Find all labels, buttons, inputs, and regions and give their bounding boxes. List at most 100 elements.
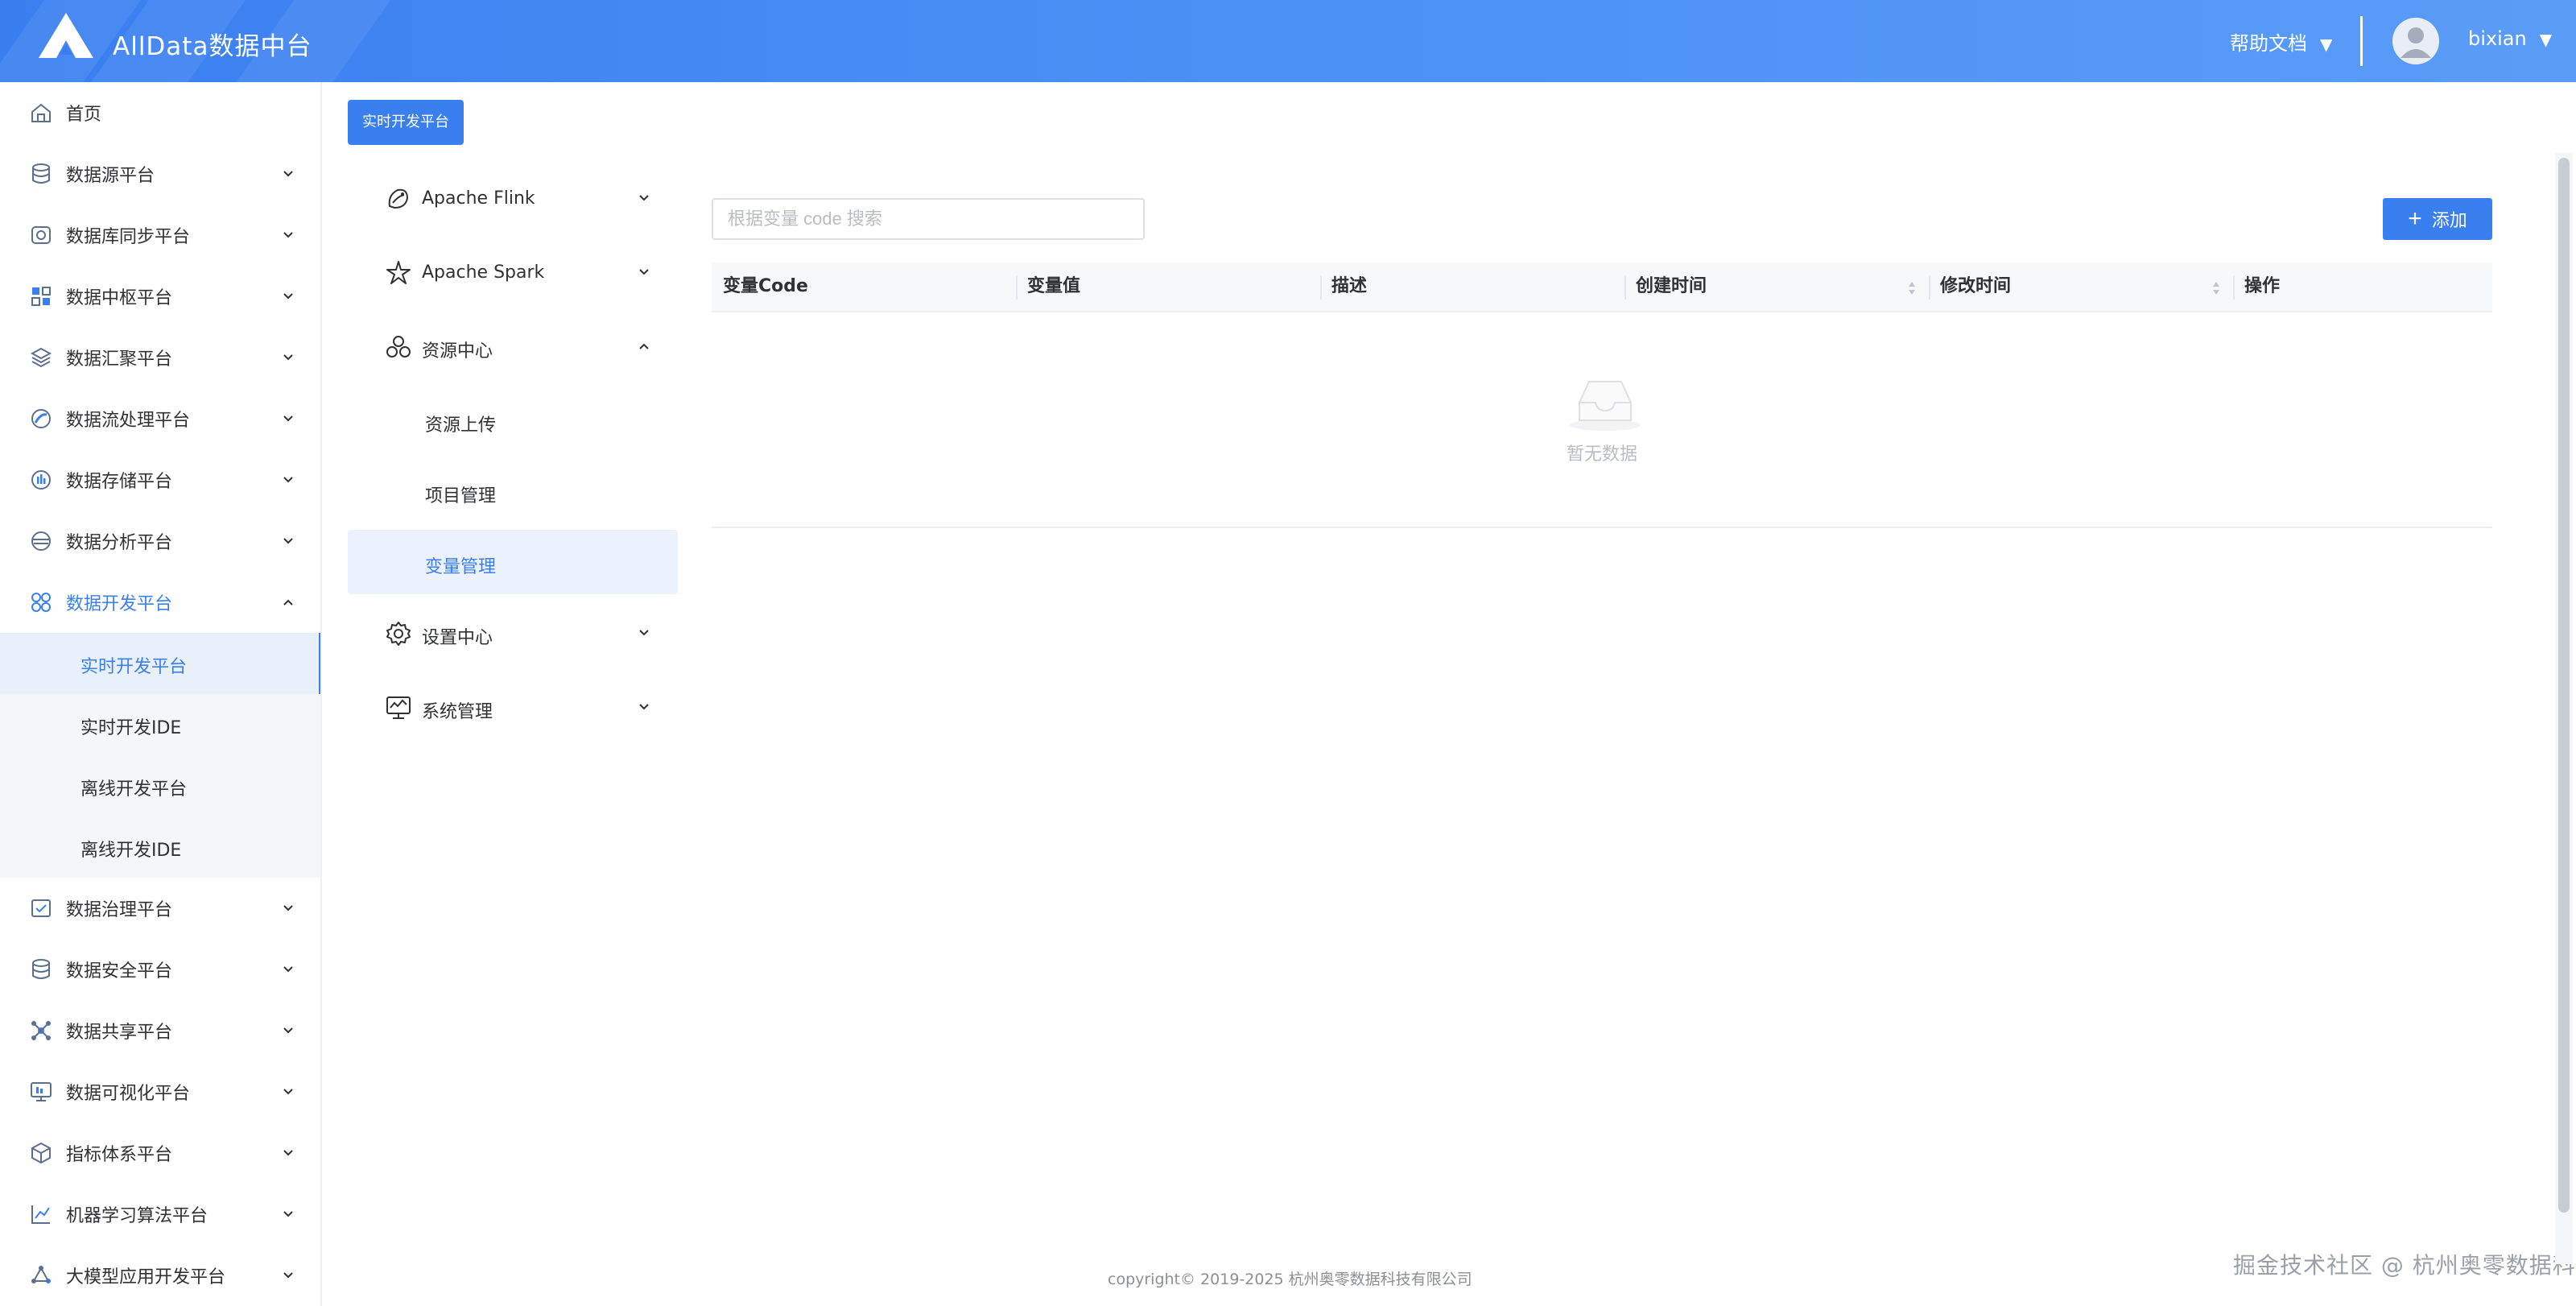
empty-inbox-icon <box>1570 381 1641 431</box>
sidebar-item-data-governance[interactable]: 数据治理平台 <box>0 878 320 939</box>
menu-item-system-management[interactable]: 系统管理 <box>348 675 678 739</box>
sidebar-item-stream-processing[interactable]: 数据流处理平台 <box>0 388 320 449</box>
sidebar-item-data-hub[interactable]: 数据中枢平台 <box>0 266 320 327</box>
sidebar-subitem-realtime-platform[interactable]: 实时开发平台 <box>0 633 320 694</box>
chevron-down-icon <box>283 477 293 483</box>
settings-icon <box>386 622 411 646</box>
add-button[interactable]: + 添加 <box>2383 198 2492 240</box>
user-name: bixian <box>2468 27 2527 50</box>
avatar[interactable] <box>2392 18 2439 64</box>
sidebar-item-label: 首页 <box>66 105 102 125</box>
menu-item-settings-center[interactable]: 设置中心 <box>348 601 678 665</box>
sidebar-item-home[interactable]: 首页 <box>0 82 320 143</box>
app-title: AllData数据中台 <box>113 32 312 61</box>
llm-icon <box>31 1266 51 1283</box>
sidebar-subitem-offline-ide[interactable]: 离线开发IDE <box>0 816 320 878</box>
menu-item-apache-flink[interactable]: Apache Flink <box>348 166 678 230</box>
plus-icon: + <box>2408 205 2422 232</box>
sidebar-item-db-sync[interactable]: 数据库同步平台 <box>0 205 320 266</box>
tab-realtime-platform[interactable]: 实时开发平台 <box>348 100 464 145</box>
column-header-variable-code: 变量Code <box>723 276 808 296</box>
menu-subitem-project-management[interactable]: 项目管理 <box>348 459 678 523</box>
hub-icon <box>31 287 51 306</box>
menu-item-label: 资源中心 <box>422 341 493 362</box>
sidebar-subitem-offline-platform[interactable]: 离线开发平台 <box>0 755 320 816</box>
sort-icon[interactable] <box>1906 279 1918 298</box>
menu-subitem-label: 资源上传 <box>425 415 497 436</box>
share-icon <box>31 1021 51 1040</box>
variable-code-search-input[interactable] <box>712 198 1145 240</box>
chevron-down-icon <box>283 1027 293 1034</box>
ml-icon <box>31 1205 50 1224</box>
sidebar-item-llm-development[interactable]: 大模型应用开发平台 <box>0 1245 320 1306</box>
sidebar-item-data-sharing[interactable]: 数据共享平台 <box>0 1000 320 1061</box>
user-avatar-icon <box>2392 18 2439 64</box>
develop-icon <box>31 593 51 612</box>
home-icon <box>31 103 51 122</box>
metrics-icon <box>31 1142 51 1164</box>
help-docs-dropdown[interactable]: 帮助文档 ▼ <box>2230 27 2332 56</box>
sidebar-subitem-realtime-ide[interactable]: 实时开发IDE <box>0 694 320 755</box>
sidebar-item-label: 数据分析平台 <box>66 533 173 553</box>
menu-item-label: Apache Flink <box>422 188 535 209</box>
sidebar-item-machine-learning[interactable]: 机器学习算法平台 <box>0 1184 320 1245</box>
chevron-down-icon <box>283 415 293 422</box>
scrollbar-thumb[interactable] <box>2558 158 2570 1213</box>
layers-icon <box>30 347 52 368</box>
chevron-down-icon <box>283 354 293 361</box>
sidebar: 首页 数据源平台 数据库同步平台 数据中枢平台 数据汇聚平台 数据流处理平台 数… <box>0 82 322 1306</box>
caret-down-icon: ▼ <box>2539 30 2553 49</box>
sidebar-item-datasource[interactable]: 数据源平台 <box>0 143 320 205</box>
menu-item-apache-spark[interactable]: Apache Spark <box>348 240 678 304</box>
watermark-text: 掘金技术社区 @ 杭州奥零数据科技 <box>2233 1252 2576 1279</box>
column-header-created-time[interactable]: 创建时间 <box>1636 262 1707 311</box>
empty-text: 暂无数据 <box>1566 444 1637 465</box>
chevron-down-icon <box>283 171 293 177</box>
chevron-down-icon <box>283 1211 293 1217</box>
sidebar-item-data-aggregation[interactable]: 数据汇聚平台 <box>0 327 320 388</box>
copyright-text: copyright© 2019-2025 杭州奥零数据科技有限公司 <box>1108 1271 1472 1288</box>
caret-down-icon: ▼ <box>2320 35 2333 54</box>
sidebar-item-data-storage[interactable]: 数据存储平台 <box>0 449 320 510</box>
column-divider <box>1320 275 1322 300</box>
chevron-up-icon <box>283 599 293 605</box>
chevron-down-icon <box>639 269 649 275</box>
menu-subitem-label: 变量管理 <box>425 557 497 577</box>
stream-icon <box>31 409 51 428</box>
sidebar-item-label: 数据安全平台 <box>66 961 173 982</box>
sidebar-item-data-visualization[interactable]: 数据可视化平台 <box>0 1061 320 1122</box>
menu-subitem-resource-upload[interactable]: 资源上传 <box>348 388 678 453</box>
top-header: AllData数据中台 帮助文档 ▼ bixian ▼ <box>0 0 2576 82</box>
sidebar-item-data-analysis[interactable]: 数据分析平台 <box>0 510 320 572</box>
column-header-actions: 操作 <box>2244 276 2281 296</box>
sidebar-subitem-label: 实时开发平台 <box>80 657 188 677</box>
database-icon <box>32 163 50 184</box>
sidebar-subitem-label: 实时开发IDE <box>80 718 182 738</box>
alldata-logo-icon[interactable] <box>37 11 95 61</box>
sidebar-item-data-development[interactable]: 数据开发平台 <box>0 572 320 633</box>
column-divider <box>1624 275 1626 300</box>
menu-subitem-variable-management[interactable]: 变量管理 <box>348 530 678 594</box>
chevron-down-icon <box>283 1089 293 1095</box>
sort-icon[interactable] <box>2211 279 2222 298</box>
sidebar-item-metrics-system[interactable]: 指标体系平台 <box>0 1122 320 1184</box>
analysis-icon <box>31 531 51 551</box>
sidebar-item-label: 数据汇聚平台 <box>66 349 173 370</box>
add-button-label: 添加 <box>2431 210 2467 230</box>
sidebar-item-label: 数据库同步平台 <box>66 227 191 247</box>
chevron-down-icon <box>639 195 649 201</box>
chevron-down-icon <box>639 704 649 710</box>
sidebar-subitem-label: 离线开发IDE <box>80 841 182 861</box>
sidebar-item-label: 数据流处理平台 <box>66 411 191 431</box>
sidebar-item-data-security[interactable]: 数据安全平台 <box>0 939 320 1000</box>
system-monitor-icon <box>386 696 411 719</box>
column-header-modified-time[interactable]: 修改时间 <box>1940 262 2011 311</box>
user-menu-dropdown[interactable]: bixian ▼ <box>2468 27 2552 50</box>
governance-icon <box>31 899 51 917</box>
sidebar-item-label: 数据治理平台 <box>66 900 173 920</box>
flink-icon <box>388 188 409 209</box>
chevron-down-icon <box>639 630 649 636</box>
visualization-icon <box>31 1082 52 1101</box>
menu-item-resource-center[interactable]: 资源中心 <box>348 314 678 378</box>
storage-icon <box>31 470 51 490</box>
